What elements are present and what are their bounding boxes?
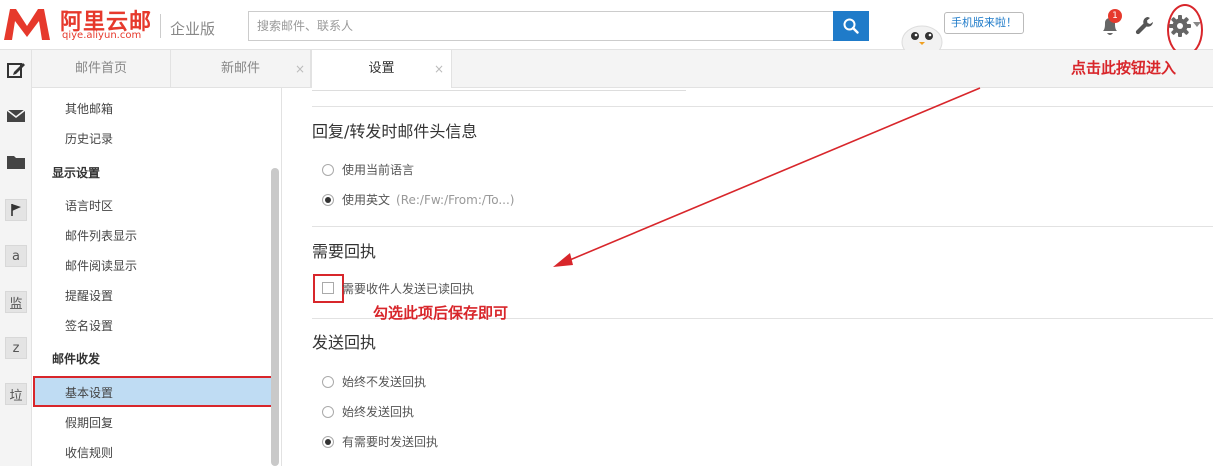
- sidebar-item-other-mailbox[interactable]: 其他邮箱: [65, 100, 113, 117]
- logo-subtitle: qiye.aliyun.com: [62, 30, 142, 41]
- sidebar-item-list-display[interactable]: 邮件列表显示: [65, 227, 137, 244]
- radio-button[interactable]: [322, 193, 334, 206]
- rail-letter-tile: 监: [5, 291, 27, 313]
- read-receipt-checkbox[interactable]: [322, 282, 334, 294]
- settings-content: 回复/转发时邮件头信息 使用当前语言 使用英文 (Re:/Fw:/From:/T…: [282, 88, 1213, 466]
- top-divider: [312, 90, 686, 91]
- annotation-gear-hint: 点击此按钮进入: [1071, 59, 1177, 77]
- radio-send-when-needed[interactable]: 有需要时发送回执: [322, 433, 438, 450]
- wrench-icon[interactable]: [1134, 15, 1156, 37]
- header: 阿里云邮 qiye.aliyun.com 企业版 手机版来啦！ 1: [0, 0, 1213, 56]
- rail-folder[interactable]: [0, 148, 32, 176]
- annotation-check-hint: 勾选此项后保存即可: [373, 304, 509, 322]
- rail-letter-monitor[interactable]: 监: [0, 288, 32, 316]
- sidebar-item-rules[interactable]: 收信规则: [65, 444, 113, 461]
- radio-label: 始终不发送回执: [342, 375, 427, 389]
- section-title-send-receipt: 发送回执: [312, 333, 377, 352]
- radio-button[interactable]: [322, 435, 334, 448]
- rail-letter-a[interactable]: a: [0, 242, 32, 270]
- mobile-version-link[interactable]: 手机版来啦！: [944, 12, 1024, 34]
- gear-highlight-circle: [1167, 4, 1203, 56]
- rail-letter-spam[interactable]: 垃: [0, 380, 32, 408]
- rail-mail[interactable]: [0, 102, 32, 130]
- sidebar-scrollbar[interactable]: [271, 168, 279, 466]
- sidebar-group-display: 显示设置: [52, 166, 101, 180]
- rail-letter-tile: z: [5, 337, 27, 359]
- mail-icon: [6, 109, 26, 122]
- compose-icon: [7, 63, 25, 78]
- tab-settings[interactable]: 设置: [311, 50, 452, 89]
- sidebar-item-signature[interactable]: 签名设置: [65, 317, 113, 334]
- tab-settings-label: 设置: [368, 61, 395, 76]
- folder-icon: [7, 156, 25, 169]
- radio-current-language[interactable]: 使用当前语言: [322, 161, 414, 178]
- logo-separator: [160, 14, 161, 38]
- section-title-receipt: 需要回执: [312, 242, 377, 261]
- flag-tile: [5, 199, 27, 221]
- close-icon[interactable]: ×: [295, 50, 305, 88]
- close-icon[interactable]: ×: [434, 50, 444, 88]
- radio-always-send[interactable]: 始终发送回执: [322, 403, 414, 420]
- radio-button[interactable]: [322, 405, 334, 418]
- rail-letter-z[interactable]: z: [0, 334, 32, 362]
- section-divider: [312, 106, 1213, 107]
- edition-label: 企业版: [170, 20, 216, 38]
- icon-rail: a 监 z 垃: [0, 50, 32, 466]
- radio-label: 使用当前语言: [342, 163, 415, 177]
- radio-label: 使用英文: [342, 193, 391, 207]
- rail-letter-tile: 垃: [5, 383, 27, 405]
- radio-label: 有需要时发送回执: [342, 435, 439, 449]
- radio-button[interactable]: [322, 375, 334, 388]
- sidebar-item-basic[interactable]: 基本设置: [65, 384, 113, 401]
- notification-badge: 1: [1108, 9, 1122, 23]
- search-input[interactable]: [248, 11, 833, 41]
- section-divider: [312, 226, 1213, 227]
- rail-letter-tile: a: [5, 245, 27, 267]
- radio-never-send[interactable]: 始终不发送回执: [322, 373, 426, 390]
- radio-english[interactable]: 使用英文 (Re:/Fw:/From:/To...): [322, 191, 514, 208]
- sidebar-item-reminder[interactable]: 提醒设置: [65, 287, 113, 304]
- rail-flag[interactable]: [0, 196, 32, 224]
- tab-bar: 邮件首页 新邮件 × 设置 ×: [32, 50, 1213, 89]
- search-button[interactable]: [833, 11, 869, 41]
- flag-icon: [11, 204, 21, 216]
- section-title-reply-header: 回复/转发时邮件头信息: [312, 122, 478, 141]
- settings-sidebar: 其他邮箱 历史记录 显示设置 语言时区 邮件列表显示 邮件阅读显示 提醒设置 签…: [32, 88, 282, 466]
- read-receipt-label[interactable]: 需要收件人发送已读回执: [342, 280, 474, 297]
- radio-hint: (Re:/Fw:/From:/To...): [396, 192, 515, 207]
- sidebar-item-vacation[interactable]: 假期回复: [65, 414, 113, 431]
- sidebar-item-language[interactable]: 语言时区: [65, 197, 113, 214]
- tab-new-mail-label: 新邮件: [220, 61, 260, 76]
- radio-button[interactable]: [322, 163, 334, 176]
- tab-new-mail[interactable]: 新邮件: [171, 50, 311, 88]
- mascot-icon: [901, 25, 943, 50]
- radio-label: 始终发送回执: [342, 405, 415, 419]
- app-root: 阿里云邮 qiye.aliyun.com 企业版 手机版来啦！ 1: [0, 0, 1213, 466]
- sidebar-item-read-display[interactable]: 邮件阅读显示: [65, 257, 137, 274]
- search-icon: [843, 18, 859, 34]
- logo-m-icon: [4, 9, 50, 40]
- sidebar-group-mail: 邮件收发: [52, 352, 101, 366]
- tab-home[interactable]: 邮件首页: [32, 50, 171, 88]
- rail-compose[interactable]: [0, 56, 32, 84]
- sidebar-item-history[interactable]: 历史记录: [65, 130, 113, 147]
